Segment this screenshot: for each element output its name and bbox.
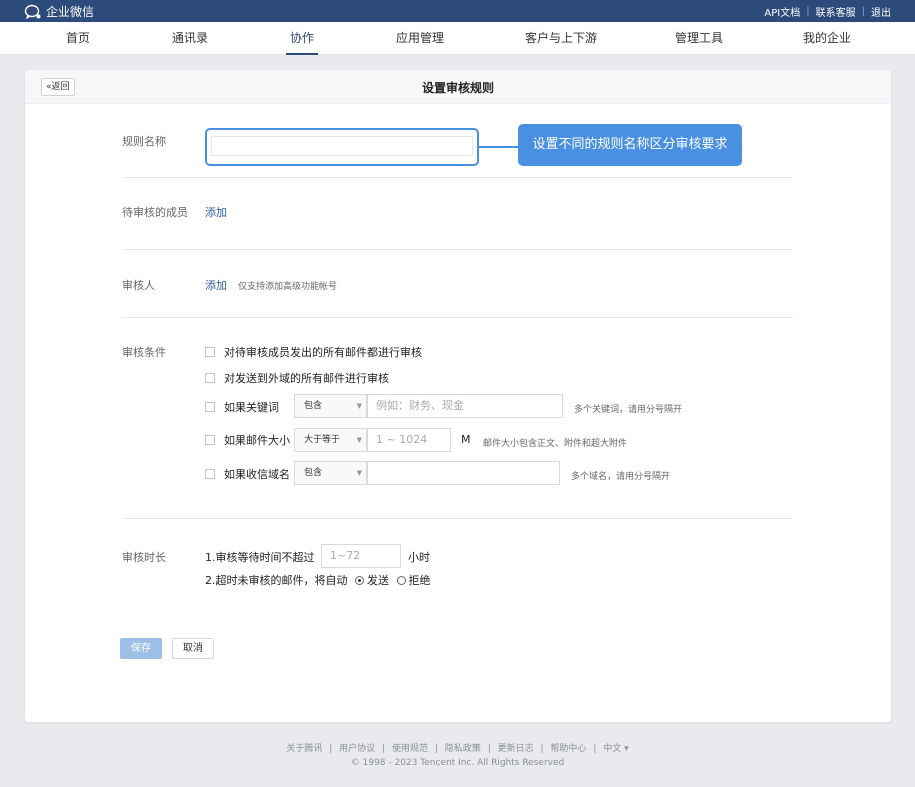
condition-external-domain: 对发送到外域的所有邮件进行审核: [205, 366, 389, 390]
keyword-checkbox[interactable]: [205, 402, 215, 412]
dropdown-arrow-icon: ▼: [356, 436, 362, 444]
size-checkbox[interactable]: [205, 435, 215, 445]
footer-link-help[interactable]: 帮助中心: [550, 744, 586, 754]
reject-option-label: 拒绝: [408, 574, 431, 587]
footer-links: 关于腾讯 | 用户协议 | 使用规范 | 隐私政策 | 更新日志 | 帮助中心 …: [0, 741, 915, 754]
footer-separator: |: [540, 744, 544, 754]
domain-input[interactable]: [367, 461, 560, 485]
size-operator-select[interactable]: 大于等于 ▼: [294, 428, 367, 452]
keyword-input[interactable]: 例如：财务、现金: [367, 394, 563, 418]
duration-wait-prefix: 1.审核等待时间不超过: [205, 551, 315, 564]
callout-connector: [479, 146, 519, 148]
wecom-logo-icon: [24, 4, 41, 19]
logout-link[interactable]: 退出: [871, 4, 891, 19]
condition-keyword: 如果关键词: [205, 395, 279, 419]
size-operator-value: 大于等于: [304, 435, 341, 445]
rule-name-label: 规则名称: [122, 135, 166, 148]
divider: [123, 518, 793, 519]
nav-management-tools[interactable]: 管理工具: [675, 22, 723, 55]
reviewers-hint: 仅支持添加高级功能帐号: [238, 282, 338, 292]
footer-link-about[interactable]: 关于腾讯: [286, 744, 322, 754]
reviewers-label: 审核人: [122, 279, 155, 292]
divider: [123, 249, 793, 250]
divider: [123, 177, 793, 178]
language-selector[interactable]: 中文 ▾: [603, 744, 628, 754]
top-separator: |: [806, 6, 810, 17]
condition-all-outgoing: 对待审核成员发出的所有邮件都进行审核: [205, 340, 422, 364]
domain-checkbox[interactable]: [205, 469, 215, 479]
send-option-label: 发送: [367, 574, 389, 587]
duration-line-2: 2.超时未审核的邮件，将自动 发送 拒绝: [205, 572, 431, 588]
add-reviewers-link[interactable]: 添加: [205, 277, 227, 293]
card-header: «返回 设置审核规则: [25, 70, 891, 104]
footer-link-agreement[interactable]: 用户协议: [339, 744, 375, 754]
footer-link-privacy[interactable]: 隐私政策: [445, 744, 481, 754]
footer-separator: |: [382, 744, 386, 754]
nav-app-management[interactable]: 应用管理: [396, 22, 444, 55]
size-unit: M: [461, 433, 471, 446]
external-domain-label: 对发送到外域的所有邮件进行审核: [224, 372, 389, 385]
keyword-hint: 多个关键词，请用分号隔开: [574, 405, 683, 415]
divider: [123, 317, 793, 318]
reject-radio[interactable]: [396, 576, 406, 585]
keyword-operator-value: 包含: [304, 401, 323, 411]
footer-separator: |: [434, 744, 438, 754]
nav-collaboration[interactable]: 协作: [285, 22, 319, 55]
domain-operator-select[interactable]: 包含 ▼: [294, 461, 367, 485]
dropdown-arrow-icon: ▼: [356, 469, 362, 477]
duration-label: 审核时长: [122, 551, 166, 564]
footer-separator: |: [487, 744, 491, 754]
domain-hint: 多个域名，请用分号隔开: [571, 472, 671, 482]
footer-separator: |: [329, 744, 333, 754]
footer-link-changelog[interactable]: 更新日志: [498, 744, 534, 754]
footer-link-usage-rules[interactable]: 使用规范: [392, 744, 428, 754]
timeout-action-prefix: 2.超时未审核的邮件，将自动: [205, 574, 348, 587]
send-radio[interactable]: [355, 576, 364, 585]
top-separator: |: [861, 6, 865, 17]
size-hint: 邮件大小包含正文、附件和超大附件: [483, 439, 628, 449]
rule-name-input[interactable]: [211, 136, 473, 156]
top-bar: 企业微信 API文档 | 联系客服 | 退出: [0, 0, 915, 22]
dropdown-arrow-icon: ▼: [356, 402, 362, 410]
domain-label: 如果收信域名: [224, 468, 290, 481]
rule-name-field-highlight: [205, 128, 479, 166]
hours-unit: 小时: [408, 551, 430, 564]
rule-name-callout: 设置不同的规则名称区分审核要求: [518, 124, 742, 166]
size-label: 如果邮件大小: [224, 434, 290, 447]
api-docs-link[interactable]: API文档: [764, 4, 800, 19]
condition-size: 如果邮件大小: [205, 428, 290, 452]
nav-my-enterprise[interactable]: 我的企业: [803, 22, 851, 55]
nav-customers[interactable]: 客户与上下游: [525, 22, 597, 55]
external-domain-checkbox[interactable]: [205, 373, 215, 383]
page-title: 设置审核规则: [421, 81, 494, 95]
duration-line-1: 1.审核等待时间不超过: [205, 549, 315, 565]
members-label: 待审核的成员: [122, 206, 188, 219]
top-links: API文档 | 联系客服 | 退出: [764, 4, 891, 19]
size-input[interactable]: 1 ~ 1024: [367, 428, 451, 452]
domain-operator-value: 包含: [304, 468, 323, 478]
copyright: © 1998 - 2023 Tencent Inc. All Rights Re…: [350, 758, 565, 768]
main-nav: 首页 通讯录 协作 应用管理 客户与上下游 管理工具 我的企业: [0, 22, 915, 55]
keyword-operator-select[interactable]: 包含 ▼: [294, 394, 367, 418]
all-outgoing-label: 对待审核成员发出的所有邮件都进行审核: [224, 346, 422, 359]
add-members-link[interactable]: 添加: [205, 204, 227, 220]
footer: 关于腾讯 | 用户协议 | 使用规范 | 隐私政策 | 更新日志 | 帮助中心 …: [0, 741, 915, 768]
footer-separator: |: [593, 744, 597, 754]
condition-domain: 如果收信域名: [205, 462, 290, 486]
app-name: 企业微信: [46, 5, 95, 19]
app-logo[interactable]: 企业微信: [24, 3, 94, 20]
hours-input[interactable]: 1~72: [321, 544, 401, 568]
keyword-label: 如果关键词: [224, 401, 279, 414]
conditions-label: 审核条件: [122, 346, 166, 359]
contact-support-link[interactable]: 联系客服: [816, 4, 856, 19]
nav-contacts[interactable]: 通讯录: [172, 22, 208, 55]
rule-settings-card: «返回 设置审核规则 规则名称 设置不同的规则名称区分审核要求 待审核的成员 添…: [25, 70, 891, 722]
all-outgoing-checkbox[interactable]: [205, 347, 215, 357]
save-button[interactable]: 保存: [120, 638, 162, 659]
nav-home[interactable]: 首页: [66, 22, 90, 55]
cancel-button[interactable]: 取消: [172, 638, 214, 659]
